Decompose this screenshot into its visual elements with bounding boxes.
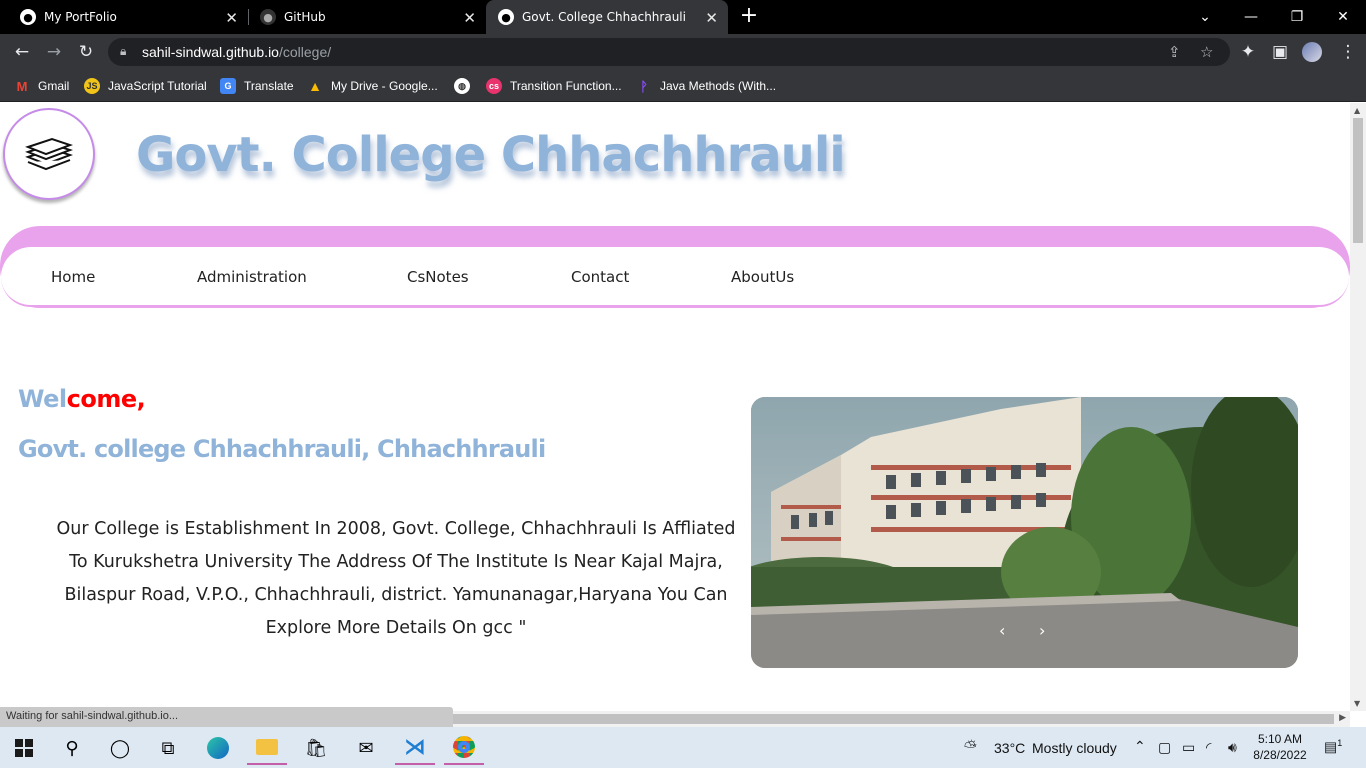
welcome-heading: Welcome,	[18, 385, 146, 413]
scroll-down-icon[interactable]: ▼	[1354, 699, 1360, 708]
carousel-next-arrow[interactable]: ›	[1039, 621, 1045, 640]
cortana-icon[interactable]: ◯	[100, 731, 140, 765]
chevron-up-icon[interactable]: ⌃	[1134, 738, 1146, 755]
github-icon: ●	[260, 9, 276, 25]
close-icon[interactable]: ✕	[463, 9, 476, 27]
bookmark-translate[interactable]: G Translate	[220, 77, 294, 95]
profile-avatar-icon[interactable]	[1300, 41, 1324, 63]
lock-icon: 🔒︎	[120, 44, 127, 58]
close-icon[interactable]: ✕	[705, 9, 718, 27]
mail-icon[interactable]: ✉	[346, 731, 386, 765]
nav-administration[interactable]: Administration	[197, 268, 307, 286]
tab-github[interactable]: ● GitHub ✕	[248, 0, 486, 34]
globe-icon: ◍	[454, 78, 470, 94]
bookmark-transition-function[interactable]: cs Transition Function...	[486, 77, 622, 95]
notifications-icon[interactable]: ▤1	[1324, 738, 1342, 756]
nav-aboutus[interactable]: AboutUs	[731, 268, 794, 286]
browser-toolbar: ← → ↻ 🔒︎ sahil-sindwal.github.io/college…	[0, 34, 1366, 70]
tab-govt-college[interactable]: ● Govt. College Chhachhrauli ✕	[486, 0, 728, 34]
close-window-button[interactable]: ✕	[1320, 0, 1366, 34]
share-icon[interactable]: ⇪	[1168, 43, 1181, 61]
battery-icon[interactable]: ▭	[1182, 739, 1195, 756]
weather-icon[interactable]: ⛅︎	[964, 739, 977, 757]
books-icon	[25, 137, 73, 171]
store-icon[interactable]: 🛍︎	[296, 731, 336, 765]
wifi-icon[interactable]: ◜	[1206, 739, 1211, 756]
restore-button[interactable]: ❐	[1274, 0, 1320, 34]
github-icon: ●	[498, 9, 514, 25]
task-view-icon[interactable]: ⧉	[148, 731, 188, 765]
main-navbar: Home Administration CsNotes Contact Abou…	[1, 247, 1349, 307]
translate-icon: G	[220, 78, 236, 94]
forward-arrow-icon[interactable]: →	[42, 41, 66, 63]
minimize-button[interactable]: —	[1228, 0, 1274, 34]
vscode-icon[interactable]: ⋊	[395, 731, 435, 765]
js-icon: JS	[84, 78, 100, 94]
nav-contact[interactable]: Contact	[571, 268, 629, 286]
tab-search-icon[interactable]: ⌄	[1182, 0, 1228, 34]
college-subheading: Govt. college Chhachhrauli, Chhachhrauli	[18, 435, 546, 463]
web-page: Govt. College Chhachhrauli Home Administ…	[0, 103, 1350, 711]
college-image-carousel[interactable]: ‹ ›	[751, 397, 1298, 668]
bookmark-javascript-tutorial[interactable]: JS JavaScript Tutorial	[84, 77, 207, 95]
file-explorer-icon[interactable]	[247, 731, 287, 765]
about-paragraph: Our College is Establishment In 2008, Go…	[56, 519, 736, 638]
tab-title: My PortFolio	[44, 10, 117, 24]
programiz-icon: ᚹ	[640, 78, 648, 94]
nav-csnotes[interactable]: CsNotes	[407, 268, 469, 286]
github-icon: ●	[20, 9, 36, 25]
tab-title: GitHub	[284, 10, 326, 24]
new-tab-button[interactable]: +	[738, 4, 760, 28]
bookmark-java-methods[interactable]: ᚹ Java Methods (With...	[636, 77, 776, 95]
side-panel-icon[interactable]: ▣	[1268, 41, 1292, 63]
status-bubble: Waiting for sahil-sindwal.github.io...	[0, 707, 453, 727]
address-bar[interactable]: 🔒︎ sahil-sindwal.github.io/college/ ⇪ ☆	[108, 38, 1230, 66]
vertical-scrollbar[interactable]: ▲ ▼	[1350, 103, 1366, 711]
close-icon[interactable]: ✕	[225, 9, 238, 27]
edge-icon[interactable]	[198, 731, 238, 765]
scroll-right-icon[interactable]: ▶	[1339, 713, 1346, 723]
meet-now-icon[interactable]: ▢	[1158, 739, 1171, 756]
weather-temp[interactable]: 33°C	[994, 740, 1025, 756]
bookmark-my-drive[interactable]: ▲ My Drive - Google...	[307, 77, 438, 95]
search-icon[interactable]: ⚲	[52, 731, 92, 765]
back-arrow-icon[interactable]: ←	[10, 41, 34, 63]
kebab-menu-icon[interactable]: ⋮	[1336, 41, 1360, 63]
tab-my-portfolio[interactable]: ● My PortFolio ✕	[0, 0, 248, 34]
tab-title: Govt. College Chhachhrauli	[522, 10, 686, 24]
bookmarks-bar: M Gmail JS JavaScript Tutorial G Transla…	[0, 70, 1366, 102]
url-text: sahil-sindwal.github.io/college/	[142, 44, 332, 60]
scrollbar-thumb[interactable]	[1353, 118, 1363, 243]
reload-icon[interactable]: ↻	[74, 41, 98, 63]
bookmark-gmail[interactable]: M Gmail	[14, 77, 70, 95]
cs-icon: cs	[486, 78, 502, 94]
windows-taskbar: ⚲ ◯ ⧉ 🛍︎ ✉ ⋊ ⛅︎ 33°C Mostly cloudy ⌃ ▢ ▭…	[0, 727, 1366, 768]
drive-icon: ▲	[308, 78, 322, 94]
site-title: Govt. College Chhachhrauli	[136, 127, 846, 183]
college-building-photo	[751, 397, 1298, 668]
gmail-icon: M	[16, 78, 28, 94]
bookmark-globe[interactable]: ◍	[454, 77, 478, 95]
chrome-icon[interactable]	[444, 731, 484, 765]
windows-start-icon[interactable]	[4, 731, 44, 765]
system-clock[interactable]: 5:10 AM 8/28/2022	[1252, 731, 1308, 763]
weather-desc[interactable]: Mostly cloudy	[1032, 740, 1117, 756]
browser-tab-strip: ● My PortFolio ✕ ● GitHub ✕ ● Govt. Coll…	[0, 0, 1366, 34]
college-logo[interactable]	[3, 108, 95, 200]
carousel-prev-arrow[interactable]: ‹	[999, 621, 1005, 640]
volume-icon[interactable]: 🔊︎	[1228, 739, 1237, 756]
star-icon[interactable]: ☆	[1200, 43, 1213, 61]
nav-home[interactable]: Home	[51, 268, 95, 286]
extensions-icon[interactable]: ✦	[1236, 41, 1260, 63]
scroll-up-icon[interactable]: ▲	[1354, 106, 1360, 115]
